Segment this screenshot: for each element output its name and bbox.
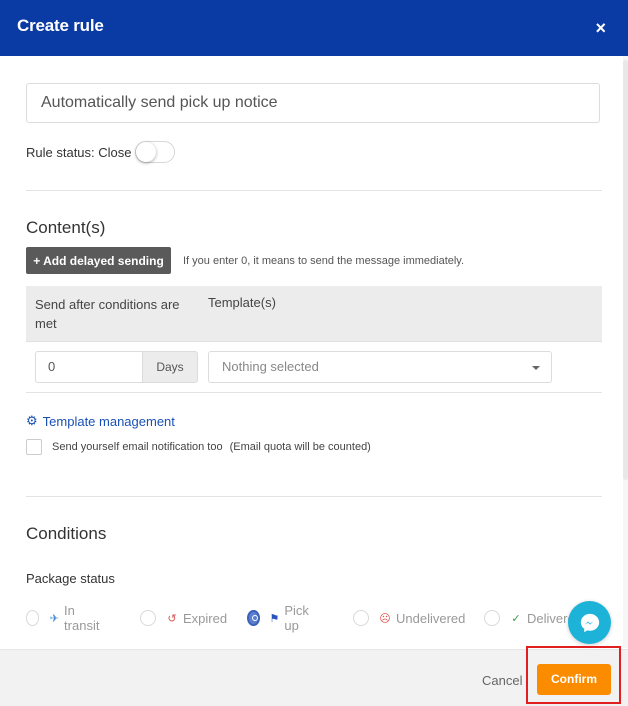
- dialog-header: Create rule ×: [0, 0, 628, 56]
- self-notify-checkbox[interactable]: [26, 439, 42, 455]
- delay-hint-text: If you enter 0, it means to send the mes…: [183, 255, 465, 267]
- status-label-pick-up: Pick up: [284, 603, 309, 633]
- scrollbar[interactable]: [623, 56, 628, 648]
- status-option-undelivered[interactable]: ☹ Undelivered: [353, 608, 465, 628]
- template-select[interactable]: Nothing selected: [208, 351, 552, 383]
- divider: [26, 190, 602, 191]
- template-management-label: Template management: [42, 413, 175, 429]
- divider: [26, 496, 602, 497]
- rule-status-row: Rule status: Close: [26, 140, 175, 164]
- delay-days-input[interactable]: 0: [35, 351, 142, 383]
- content-table-header: Send after conditions are met Template(s…: [26, 286, 602, 342]
- self-notify-label: Send yourself email notification too: [52, 441, 223, 453]
- radio-pick-up[interactable]: [247, 610, 260, 626]
- status-label-expired: Expired: [183, 610, 228, 626]
- status-label-undelivered: Undelivered: [396, 610, 466, 626]
- cancel-button[interactable]: Cancel: [482, 673, 522, 688]
- messenger-chat-button[interactable]: [568, 601, 611, 644]
- conditions-section-title: Conditions: [26, 524, 107, 543]
- flag-icon: ⚑: [269, 612, 280, 625]
- column-templates: Template(s): [208, 295, 276, 310]
- status-option-pick-up[interactable]: ⚑ Pick up: [247, 603, 315, 633]
- quota-note: (Email quota will be counted): [229, 441, 371, 453]
- radio-delivered[interactable]: [484, 610, 500, 626]
- highlight-box: [526, 646, 621, 704]
- status-label-in-transit: In transit: [64, 603, 100, 633]
- dialog-title: Create rule: [17, 16, 104, 35]
- airplane-icon: ✈: [49, 612, 59, 625]
- rule-status-label: Rule status: Close: [26, 144, 132, 160]
- package-status-label: Package status: [26, 571, 115, 586]
- gear-icon: ⚙: [26, 413, 38, 428]
- check-icon: ✓: [511, 612, 521, 625]
- add-delayed-sending-button[interactable]: + Add delayed sending: [26, 247, 171, 274]
- radio-expired[interactable]: [140, 610, 156, 626]
- scrollbar-thumb[interactable]: [623, 60, 628, 480]
- template-management-link[interactable]: ⚙ Template management: [26, 413, 175, 429]
- radio-in-transit[interactable]: [26, 610, 40, 626]
- content-section-title: Content(s): [26, 218, 106, 237]
- self-notify-row: Send yourself email notification too (Em…: [26, 439, 371, 455]
- history-icon: ↺: [167, 612, 177, 625]
- radio-undelivered[interactable]: [353, 610, 369, 626]
- rule-name-input[interactable]: Automatically send pick up notice: [26, 83, 600, 123]
- days-unit-label: Days: [142, 351, 198, 383]
- status-option-in-transit[interactable]: ✈ In transit: [26, 603, 104, 633]
- rule-status-toggle[interactable]: [134, 141, 175, 163]
- sad-face-icon: ☹: [379, 612, 391, 625]
- template-select-value: Nothing selected: [222, 359, 319, 374]
- chevron-down-icon: [532, 366, 540, 370]
- close-icon[interactable]: ×: [595, 17, 606, 39]
- divider: [26, 392, 602, 393]
- status-option-expired[interactable]: ↺ Expired: [140, 608, 227, 628]
- column-send-after: Send after conditions are met: [35, 297, 180, 331]
- messenger-icon: [580, 613, 599, 632]
- toggle-knob: [135, 142, 156, 162]
